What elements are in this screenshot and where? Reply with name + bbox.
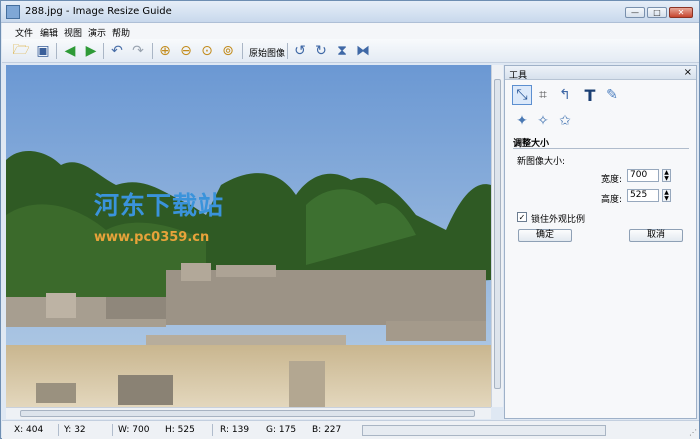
status-progress-area	[362, 425, 606, 436]
status-separator	[112, 424, 113, 436]
keep-ratio-label: 锁住外观比例	[531, 215, 586, 225]
horizontal-scroll-thumb[interactable]	[20, 410, 475, 417]
resize-tool-icon[interactable]: ⤡	[512, 85, 532, 105]
vertical-scroll-thumb[interactable]	[494, 79, 501, 389]
toolbar-separator	[287, 43, 288, 59]
width-label: 宽度:	[601, 175, 623, 185]
keep-ratio-checkbox[interactable]: ✓	[517, 212, 527, 222]
flip-horizontal-icon[interactable]: ⧓	[354, 42, 372, 60]
resize-grip-icon[interactable]: ⋰	[689, 428, 697, 437]
photo-image	[6, 65, 491, 407]
toolbar-separator	[103, 43, 104, 59]
title-bar: 288.jpg - Image Resize Guide — □ ✕	[1, 1, 699, 23]
watermark-text: 河东下载站	[94, 191, 225, 220]
crop-tool-icon[interactable]: ⌗	[533, 85, 553, 105]
width-input[interactable]: 700	[627, 169, 659, 182]
flip-vertical-icon[interactable]: ⧗	[333, 42, 351, 60]
height-input[interactable]: 525	[627, 189, 659, 202]
menu-demo[interactable]: 演示	[88, 26, 106, 39]
rotate-right-icon[interactable]: ↻	[312, 42, 330, 60]
effect-tool-1-icon[interactable]: ✦	[512, 111, 532, 131]
zoom-out-icon[interactable]: ⊖	[177, 42, 195, 60]
tools-panel: 工具 × ⤡ ⌗ ↰ T ✎ ✦ ✧ ✩ 调整大小 新图像大小: 宽度: 700…	[504, 65, 697, 419]
status-separator	[212, 424, 213, 436]
menu-file[interactable]: 文件	[15, 26, 33, 39]
panel-title: 工具	[509, 71, 528, 81]
toolbar-separator	[152, 43, 153, 59]
width-spinner[interactable]: ▲ ▼	[662, 169, 671, 182]
rotate-left-icon[interactable]: ↺	[291, 42, 309, 60]
text-tool-icon[interactable]: T	[580, 85, 600, 105]
horizontal-scrollbar[interactable]	[6, 407, 491, 419]
save-icon[interactable]: ▣	[34, 42, 52, 60]
status-bar: X: 404 Y: 32 W: 700 H: 525 R: 139 G: 175…	[2, 420, 699, 439]
status-height: H: 525	[165, 425, 195, 435]
vertical-scrollbar[interactable]	[491, 65, 503, 407]
menu-edit[interactable]: 编辑	[40, 26, 58, 39]
open-folder-icon[interactable]: 🗁	[12, 42, 30, 60]
image-canvas[interactable]: 河东下载站 www.pc0359.cn	[6, 65, 491, 407]
forward-arrow-icon[interactable]: ▶	[82, 42, 100, 60]
status-width: W: 700	[118, 425, 150, 435]
back-arrow-icon[interactable]: ◀	[61, 42, 79, 60]
watermark-url: www.pc0359.cn	[94, 230, 210, 245]
toolbar-separator	[56, 43, 57, 59]
undo-tool-icon[interactable]: ↰	[555, 85, 575, 105]
section-divider	[513, 148, 689, 149]
window-title: 288.jpg - Image Resize Guide	[25, 6, 172, 17]
toolbar-separator	[242, 43, 243, 59]
panel-header: 工具 ×	[505, 66, 696, 81]
app-icon	[6, 5, 20, 19]
minimize-button[interactable]: —	[625, 7, 645, 18]
wrench-tool-icon[interactable]: ✎	[602, 85, 622, 105]
cancel-button[interactable]: 取消	[629, 229, 683, 242]
menu-bar: 文件 编辑 视图 演示 帮助	[2, 23, 699, 39]
zoom-fit-icon[interactable]: ⊙	[198, 42, 216, 60]
height-label: 高度:	[601, 195, 623, 205]
effect-tool-2-icon[interactable]: ✧	[533, 111, 553, 131]
menu-view[interactable]: 视图	[64, 26, 82, 39]
effect-tool-3-icon[interactable]: ✩	[555, 111, 575, 131]
app-window: 288.jpg - Image Resize Guide — □ ✕ 文件 编辑…	[0, 0, 700, 439]
new-size-label: 新图像大小:	[517, 157, 566, 167]
redo-icon[interactable]: ↷	[129, 42, 147, 60]
status-y: Y: 32	[64, 425, 86, 435]
status-separator	[58, 424, 59, 436]
status-red: R: 139	[220, 425, 250, 435]
ok-button[interactable]: 确定	[518, 229, 572, 242]
status-x: X: 404	[14, 425, 44, 435]
status-green: G: 175	[266, 425, 297, 435]
menu-help[interactable]: 帮助	[112, 26, 130, 39]
original-image-button[interactable]: 原始图像	[249, 46, 285, 59]
undo-icon[interactable]: ↶	[108, 42, 126, 60]
close-button[interactable]: ✕	[669, 7, 693, 18]
panel-close-button[interactable]: ×	[684, 67, 692, 78]
zoom-in-icon[interactable]: ⊕	[156, 42, 174, 60]
height-spinner[interactable]: ▲ ▼	[662, 189, 671, 202]
status-blue: B: 227	[312, 425, 342, 435]
toolbar: 🗁 ▣ ◀ ▶ ↶ ↷ ⊕ ⊖ ⊙ ⊚ 原始图像 ↺ ↻ ⧗ ⧓	[2, 39, 699, 63]
zoom-actual-icon[interactable]: ⊚	[219, 42, 237, 60]
maximize-button[interactable]: □	[647, 7, 667, 18]
